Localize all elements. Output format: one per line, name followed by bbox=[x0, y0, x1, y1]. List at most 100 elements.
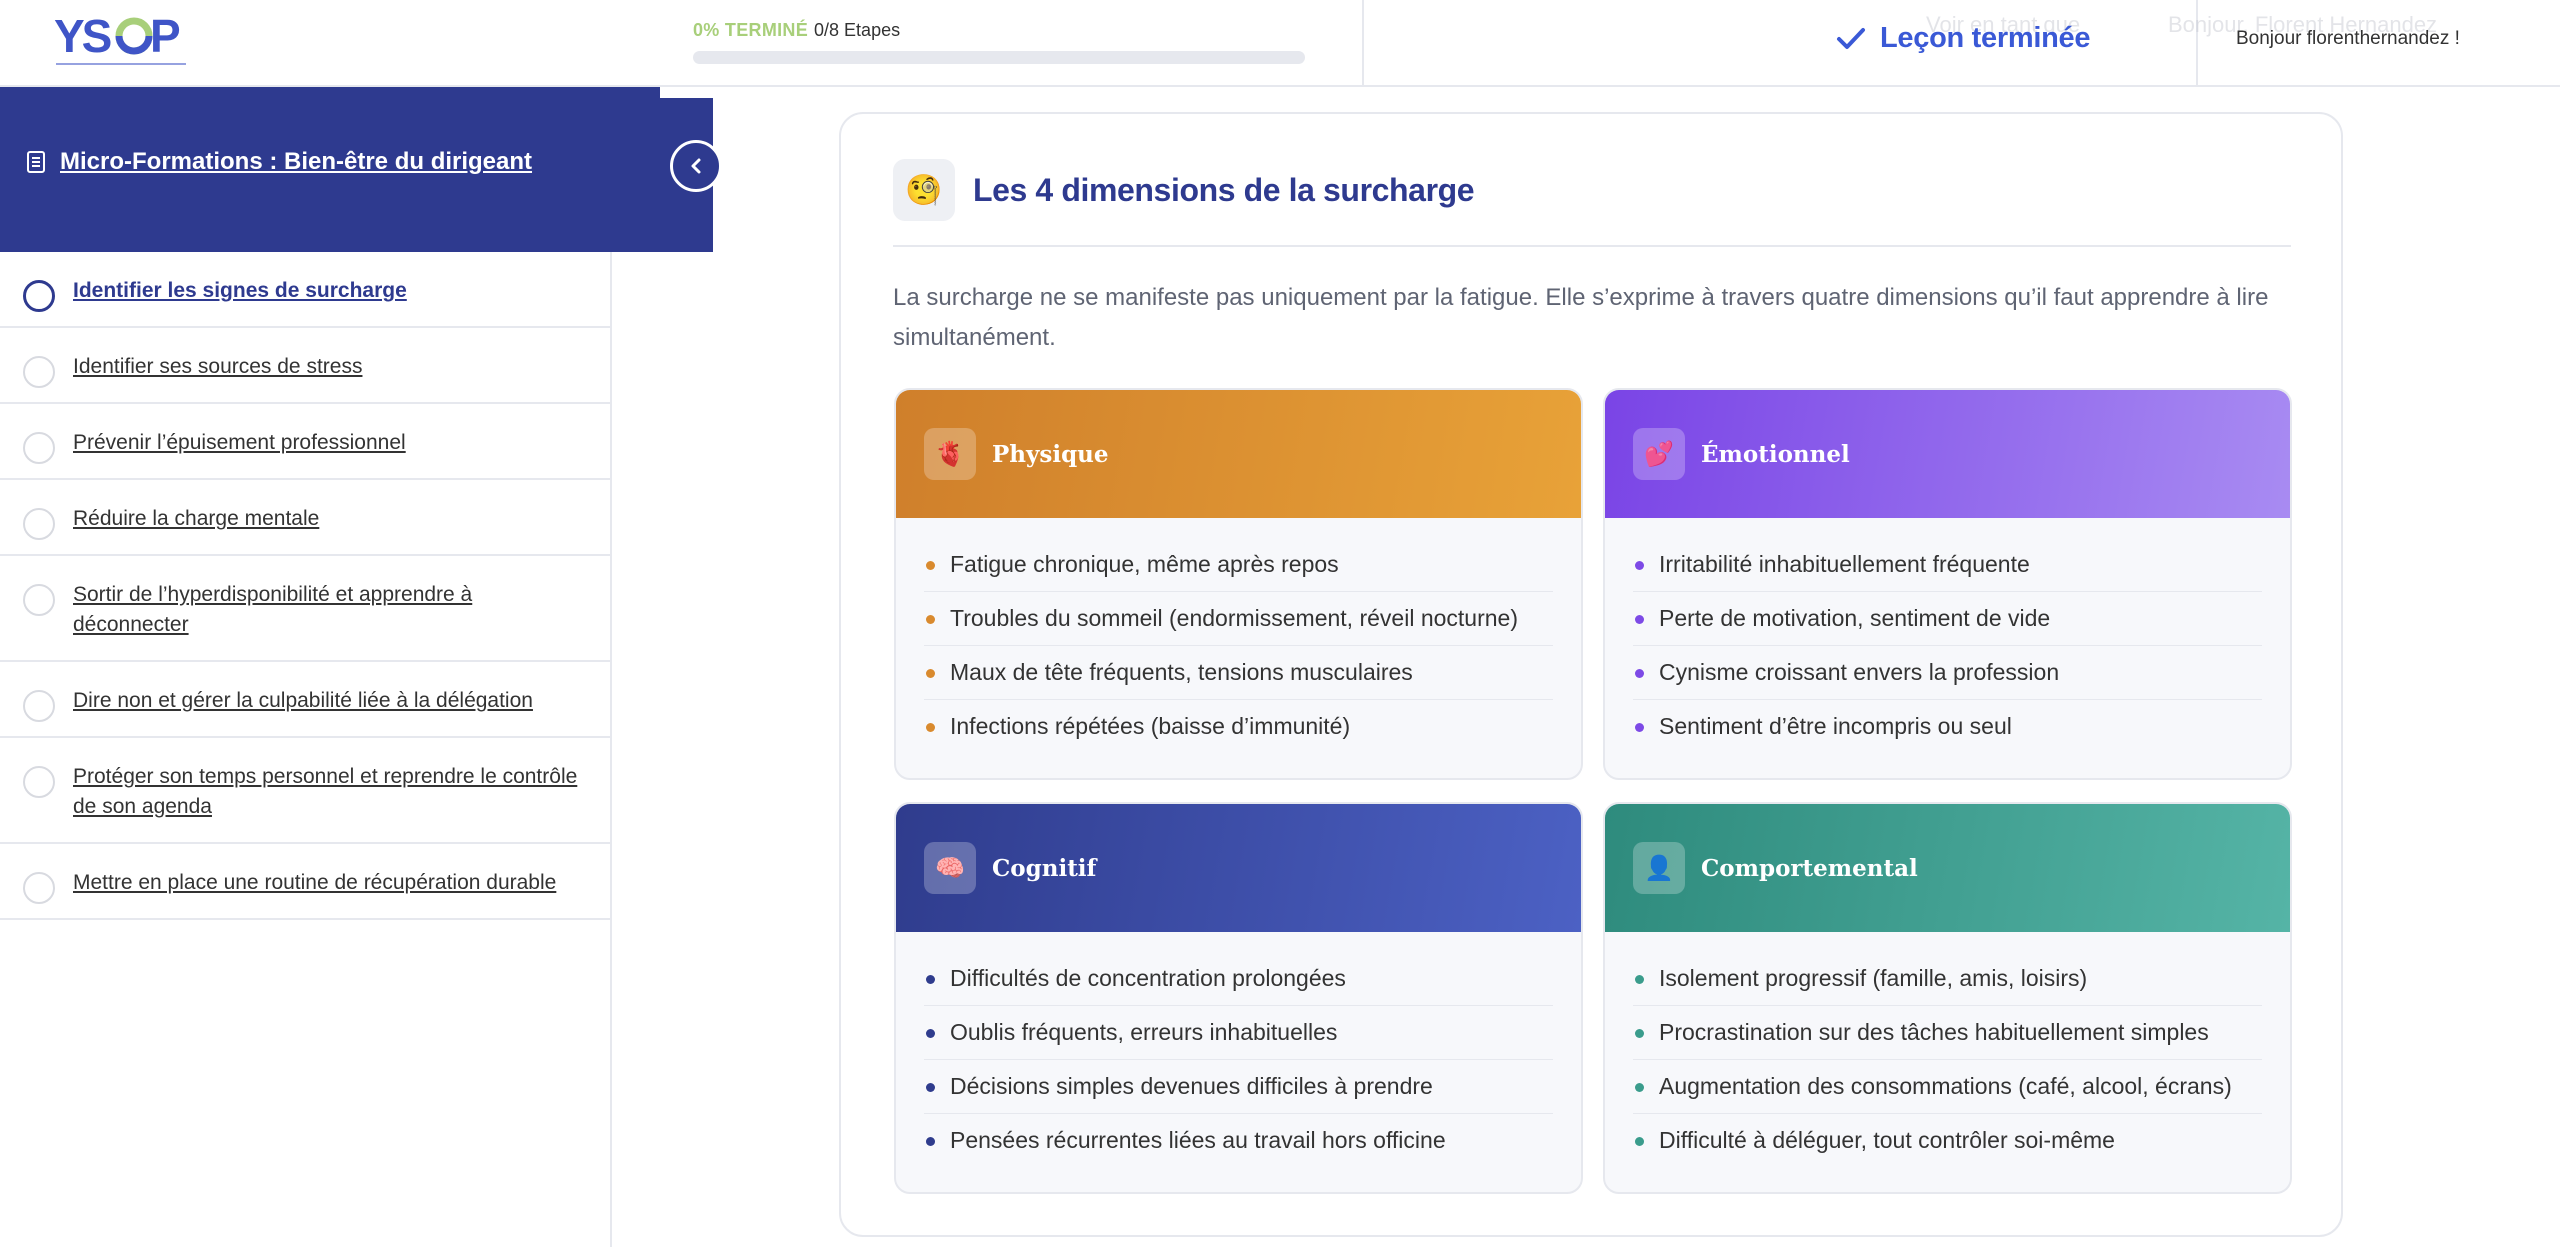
document-icon bbox=[27, 151, 45, 173]
dimension-title: Cognitif bbox=[992, 854, 1097, 882]
progress-steps: 0/8 Etapes bbox=[814, 20, 901, 40]
lesson-link[interactable]: Protéger son temps personnel et reprendr… bbox=[73, 762, 590, 822]
user-greeting: Bonjour florenthernandez ! bbox=[2236, 28, 2460, 49]
list-item: Difficulté à déléguer, tout contrôler so… bbox=[1633, 1114, 2262, 1167]
lesson-link[interactable]: Sortir de l’hyperdisponibilité et appren… bbox=[73, 580, 590, 640]
bullet-dot bbox=[926, 1083, 935, 1092]
lesson-status-circle bbox=[23, 872, 55, 904]
dimension-header: 🫀 Physique bbox=[896, 390, 1581, 518]
sidebar-lesson-item[interactable]: Dire non et gérer la culpabilité liée à … bbox=[0, 662, 610, 738]
svg-text:P: P bbox=[150, 10, 181, 62]
dimension-header: 🧠 Cognitif bbox=[896, 804, 1581, 932]
dimension-title: Émotionnel bbox=[1701, 440, 1850, 468]
lesson-status-circle bbox=[23, 508, 55, 540]
bullet-dot bbox=[1635, 615, 1644, 624]
sidebar-lesson-item[interactable]: Identifier les signes de surcharge bbox=[0, 252, 610, 328]
svg-text:YS: YS bbox=[54, 10, 111, 62]
dimension-list: Difficultés de concentration prolongées … bbox=[896, 932, 1581, 1167]
list-item: Oublis fréquents, erreurs inhabituelles bbox=[924, 1006, 1553, 1060]
lesson-link[interactable]: Réduire la charge mentale bbox=[73, 504, 590, 534]
monocle-face-icon: 🧐 bbox=[893, 159, 955, 221]
anatomical-heart-icon: 🫀 bbox=[924, 428, 976, 480]
two-hearts-icon: 💕 bbox=[1633, 428, 1685, 480]
dimension-list: Isolement progressif (famille, amis, loi… bbox=[1605, 932, 2290, 1167]
list-item: Décisions simples devenues difficiles à … bbox=[924, 1060, 1553, 1114]
list-item: Sentiment d’être incompris ou seul bbox=[1633, 700, 2262, 753]
course-progress: 0% TERMINÉ 0/8 Etapes bbox=[693, 20, 1305, 64]
section-header: 🧐 Les 4 dimensions de la surcharge bbox=[893, 159, 2291, 247]
ysop-logo[interactable]: YS P bbox=[50, 8, 200, 74]
lesson-link[interactable]: Identifier ses sources de stress bbox=[73, 352, 590, 382]
list-item: Troubles du sommeil (endormissement, rév… bbox=[924, 592, 1553, 646]
list-item: Procrastination sur des tâches habituell… bbox=[1633, 1006, 2262, 1060]
course-title: Micro-Formations : Bien-être du dirigean… bbox=[60, 148, 533, 175]
bullet-dot bbox=[1635, 1137, 1644, 1146]
header-divider bbox=[1362, 0, 1364, 87]
lesson-status-circle bbox=[23, 356, 55, 388]
bullet-dot bbox=[926, 723, 935, 732]
dimension-list: Fatigue chronique, même après repos Trou… bbox=[896, 518, 1581, 753]
bullet-dot bbox=[1635, 1029, 1644, 1038]
list-item: Perte de motivation, sentiment de vide bbox=[1633, 592, 2262, 646]
collapse-sidebar-button[interactable] bbox=[670, 140, 722, 192]
section-title: Les 4 dimensions de la surcharge bbox=[973, 171, 1475, 208]
lesson-content-card: 🧐 Les 4 dimensions de la surcharge La su… bbox=[839, 112, 2343, 1237]
chevron-left-icon bbox=[691, 158, 701, 174]
lesson-link[interactable]: Mettre en place une routine de récupérat… bbox=[73, 868, 590, 898]
lesson-status-circle bbox=[23, 280, 55, 312]
progress-text: 0% TERMINÉ 0/8 Etapes bbox=[693, 20, 1305, 41]
lesson-status-circle bbox=[23, 432, 55, 464]
top-bar: YS P 0% TERMINÉ 0/8 Etapes Voir en tant q… bbox=[0, 0, 2560, 87]
bullet-dot bbox=[1635, 669, 1644, 678]
dimension-header: 👤 Comportemental bbox=[1605, 804, 2290, 932]
course-title-link[interactable]: Micro-Formations : Bien-être du dirigean… bbox=[26, 148, 532, 176]
sidebar-lesson-item[interactable]: Réduire la charge mentale bbox=[0, 480, 610, 556]
sidebar-lesson-item[interactable]: Identifier ses sources de stress bbox=[0, 328, 610, 404]
progress-percent: 0% TERMINÉ bbox=[693, 20, 809, 40]
lesson-link[interactable]: Prévenir l’épuisement professionnel bbox=[73, 428, 590, 458]
bullet-dot bbox=[926, 1029, 935, 1038]
dimension-title: Comportemental bbox=[1701, 854, 1918, 882]
bullet-dot bbox=[1635, 1083, 1644, 1092]
lesson-complete-button[interactable]: Leçon terminée bbox=[1836, 22, 2090, 55]
person-silhouette-icon: 👤 bbox=[1633, 842, 1685, 894]
dimension-title: Physique bbox=[992, 440, 1109, 468]
lesson-link[interactable]: Identifier les signes de surcharge bbox=[73, 276, 590, 306]
check-icon bbox=[1837, 27, 1865, 49]
list-item: Pensées récurrentes liées au travail hor… bbox=[924, 1114, 1553, 1167]
sidebar-lesson-item[interactable]: Mettre en place une routine de récupérat… bbox=[0, 844, 610, 920]
lesson-status-circle bbox=[23, 584, 55, 616]
bullet-dot bbox=[926, 615, 935, 624]
list-item: Maux de tête fréquents, tensions muscula… bbox=[924, 646, 1553, 700]
dimension-header: 💕 Émotionnel bbox=[1605, 390, 2290, 518]
bullet-dot bbox=[926, 975, 935, 984]
bullet-dot bbox=[1635, 723, 1644, 732]
lesson-status-circle bbox=[23, 690, 55, 722]
list-item: Cynisme croissant envers la profession bbox=[1633, 646, 2262, 700]
list-item: Isolement progressif (famille, amis, loi… bbox=[1633, 952, 2262, 1006]
dimension-card-physique: 🫀 Physique Fatigue chronique, même après… bbox=[894, 388, 1583, 780]
dimension-card-emotionnel: 💕 Émotionnel Irritabilité inhabituelleme… bbox=[1603, 388, 2292, 780]
progress-bar bbox=[693, 51, 1305, 64]
list-item: Fatigue chronique, même après repos bbox=[924, 538, 1553, 592]
brain-icon: 🧠 bbox=[924, 842, 976, 894]
list-item: Infections répétées (baisse d’immunité) bbox=[924, 700, 1553, 753]
list-item: Augmentation des consommations (café, al… bbox=[1633, 1060, 2262, 1114]
lesson-link[interactable]: Dire non et gérer la culpabilité liée à … bbox=[73, 686, 590, 716]
list-item: Irritabilité inhabituellement fréquente bbox=[1633, 538, 2262, 592]
sidebar-lesson-item[interactable]: Prévenir l’épuisement professionnel bbox=[0, 404, 610, 480]
lesson-sidebar: Identifier les signes de surcharge Ident… bbox=[0, 252, 612, 1247]
lesson-status-circle bbox=[23, 766, 55, 798]
sidebar-lesson-item[interactable]: Sortir de l’hyperdisponibilité et appren… bbox=[0, 556, 610, 662]
sidebar-lesson-item[interactable]: Protéger son temps personnel et reprendr… bbox=[0, 738, 610, 844]
dimension-card-cognitif: 🧠 Cognitif Difficultés de concentration … bbox=[894, 802, 1583, 1194]
section-intro: La surcharge ne se manifeste pas uniquem… bbox=[893, 284, 2269, 351]
bullet-dot bbox=[926, 669, 935, 678]
bullet-dot bbox=[926, 1137, 935, 1146]
bullet-dot bbox=[1635, 975, 1644, 984]
list-item: Difficultés de concentration prolongées bbox=[924, 952, 1553, 1006]
lesson-complete-label: Leçon terminée bbox=[1880, 22, 2091, 54]
dimension-card-comportemental: 👤 Comportemental Isolement progressif (f… bbox=[1603, 802, 2292, 1194]
dimension-list: Irritabilité inhabituellement fréquente … bbox=[1605, 518, 2290, 753]
bullet-dot bbox=[1635, 561, 1644, 570]
